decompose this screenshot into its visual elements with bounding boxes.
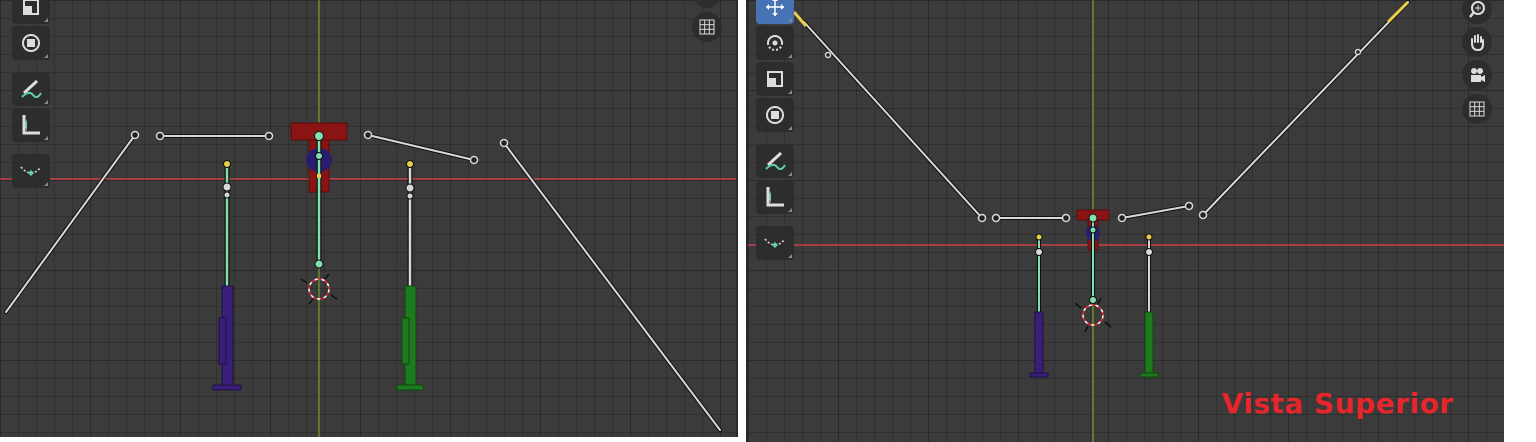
scene-left	[0, 0, 736, 437]
rotate-tool-icon	[767, 35, 783, 51]
bend-tool-icon	[764, 238, 786, 248]
viewport-left[interactable]	[0, 0, 738, 437]
measure-tool-icon	[766, 187, 784, 207]
annotate-tool-icon	[765, 151, 786, 171]
annotate-tool-button[interactable]	[756, 144, 794, 178]
move-tool-button[interactable]	[756, 0, 794, 24]
annotate-tool-icon	[21, 79, 42, 99]
grid-toggle-button[interactable]	[1462, 94, 1492, 124]
transform-tool-icon	[766, 106, 784, 124]
pan-button[interactable]	[1462, 27, 1492, 57]
measure-tool-icon	[22, 115, 40, 135]
measure-tool-button[interactable]	[756, 180, 794, 214]
caption-label: Vista Superior	[1221, 387, 1454, 420]
bend-tool-icon	[20, 166, 42, 176]
scene-right	[748, 0, 1504, 442]
toolbar-right	[756, 0, 794, 262]
scale-tool-icon	[23, 0, 39, 15]
move-tool-icon	[766, 0, 784, 16]
scale-tool-button[interactable]	[12, 0, 50, 24]
grid-toggle-button[interactable]	[692, 12, 722, 42]
viewport-right[interactable]: Vista Superior	[746, 0, 1504, 442]
scale-tool-icon	[767, 71, 783, 87]
transform-tool-button[interactable]	[12, 26, 50, 60]
camera-view-button[interactable]	[1462, 60, 1492, 90]
camera-icon	[699, 0, 715, 1]
grid-toggle-icon	[699, 19, 715, 35]
bend-tool-button[interactable]	[12, 154, 50, 188]
pan-hand-icon	[1471, 34, 1484, 51]
bend-tool-button[interactable]	[756, 226, 794, 260]
toolbar-left	[12, 0, 50, 190]
transform-tool-button[interactable]	[756, 98, 794, 132]
measure-tool-button[interactable]	[12, 108, 50, 142]
grid-toggle-icon	[1469, 101, 1485, 117]
zoom-icon	[1469, 1, 1485, 18]
scale-tool-button[interactable]	[756, 62, 794, 96]
transform-tool-icon	[22, 34, 40, 52]
rotate-tool-button[interactable]	[756, 26, 794, 60]
camera-icon	[1471, 68, 1485, 82]
annotate-tool-button[interactable]	[12, 72, 50, 106]
